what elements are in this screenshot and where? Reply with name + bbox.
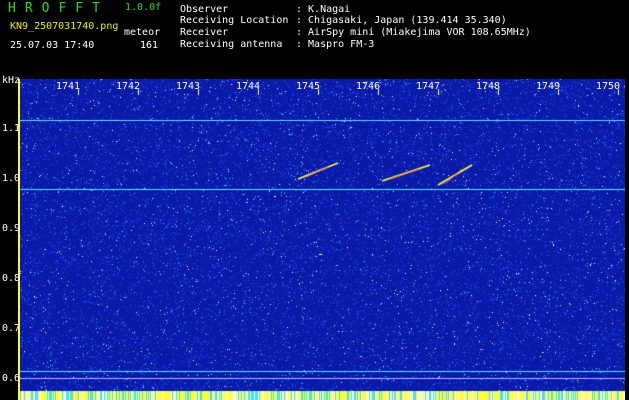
timestamp: 25.07.03 17:40 — [10, 40, 95, 51]
file-name: KN9_2507031740.png — [10, 21, 119, 32]
x-tick-label: 1741 — [56, 81, 81, 92]
x-tick-label: 1745 — [296, 81, 321, 92]
detection-count: 161 — [140, 40, 159, 51]
receiver-label: Receiver — [180, 27, 229, 38]
y-tick-label: 0.7 — [2, 323, 21, 334]
x-tick-label: 1748 — [476, 81, 501, 92]
unit-label: kHz — [2, 75, 21, 86]
receiver-value: : AirSpy mini (Miakejima VOR 108.65MHz) — [296, 27, 531, 38]
x-tick-label: 1747 — [416, 81, 441, 92]
x-tick-label: 1743 — [176, 81, 201, 92]
observer-label: Observer — [180, 4, 229, 15]
x-tick-label: 1750 — [596, 81, 621, 92]
location-label: Receiving Location — [180, 15, 289, 26]
x-tick-label: 1749 — [536, 81, 561, 92]
header-panel: HROFFT 1.0.0f KN9_2507031740.png meteor … — [0, 0, 629, 75]
y-tick-label: 1.1 — [2, 123, 21, 134]
x-tick-label: 1746 — [356, 81, 381, 92]
app-title: HROFFT — [8, 1, 109, 16]
app-version: 1.0.0f — [125, 2, 162, 13]
location-value: : Chigasaki, Japan (139.414 35.340) — [296, 15, 507, 26]
y-tick-label: 1.0 — [2, 173, 21, 184]
y-tick-label: 0.6 — [2, 373, 21, 384]
y-tick-label: 0.9 — [2, 223, 21, 234]
antenna-label: Receiving antenna — [180, 39, 283, 50]
spectrogram-canvas — [20, 79, 625, 400]
x-tick-label: 1744 — [236, 81, 261, 92]
detection-label: meteor — [124, 27, 161, 38]
antenna-value: : Maspro FM-3 — [296, 39, 375, 50]
x-tick-label: 1742 — [116, 81, 141, 92]
y-tick-label: 0.8 — [2, 273, 21, 284]
observer-value: : K.Nagai — [296, 4, 351, 15]
